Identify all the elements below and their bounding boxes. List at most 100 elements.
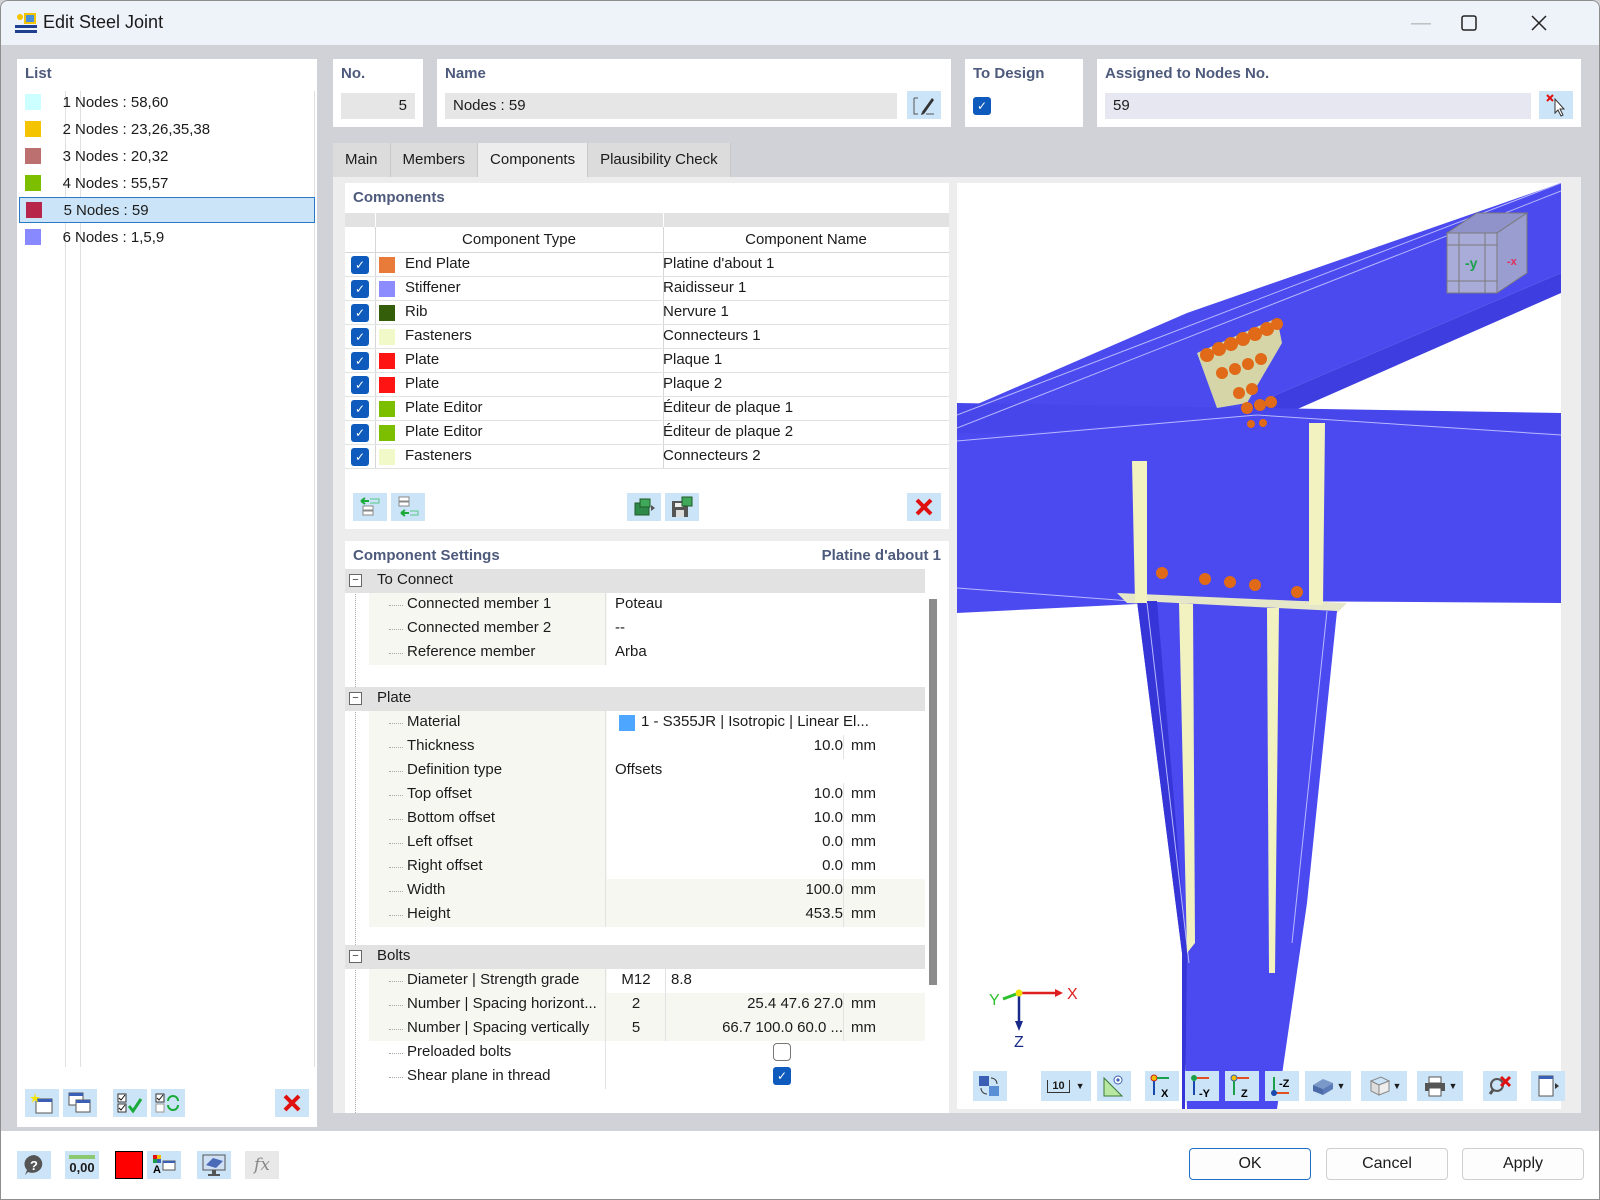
property-value[interactable]: 10.0 [814, 737, 843, 754]
component-enabled-checkbox[interactable]: ✓ [351, 376, 369, 394]
property-row-shear-plane[interactable]: Shear plane in thread ✓ [369, 1065, 925, 1089]
help-button[interactable]: ? [17, 1151, 51, 1179]
bolt-count-value[interactable]: M12 [607, 971, 665, 988]
reset-view-button[interactable] [1483, 1071, 1517, 1101]
property-row[interactable]: Connected member 2 -- [369, 617, 925, 641]
component-enabled-checkbox[interactable]: ✓ [351, 328, 369, 346]
property-value[interactable]: 453.5 [805, 905, 843, 922]
pick-nodes-button[interactable] [1539, 91, 1573, 119]
component-row[interactable]: ✓ Plate Plaque 1 [345, 349, 949, 373]
toggle-panel-button[interactable] [1531, 1071, 1565, 1101]
component-row[interactable]: ✓ Stiffener Raidisseur 1 [345, 277, 949, 301]
list-item[interactable]: 5 Nodes : 59 [19, 197, 315, 223]
display-properties-button[interactable]: A [147, 1151, 181, 1179]
list-item[interactable]: 1 Nodes : 58,60 [19, 89, 315, 115]
copy-joint-button[interactable] [63, 1089, 97, 1117]
component-row[interactable]: ✓ Plate Plaque 2 [345, 373, 949, 397]
property-row[interactable]: Diameter | Strength grade M12 8.8 [369, 969, 925, 993]
collapse-icon[interactable]: − [349, 574, 362, 587]
toggle-check-button[interactable] [151, 1089, 185, 1117]
component-row[interactable]: ✓ End Plate Platine d'about 1 [345, 253, 949, 277]
component-name[interactable]: Connecteurs 2 [663, 447, 761, 464]
settings-scrollbar[interactable] [929, 599, 937, 985]
property-value[interactable]: 0.0 [822, 857, 843, 874]
property-row[interactable]: Number | Spacing vertically 5 66.7 100.0… [369, 1017, 925, 1041]
component-enabled-checkbox[interactable]: ✓ [351, 448, 369, 466]
component-row[interactable]: ✓ Rib Nervure 1 [345, 301, 949, 325]
property-row-material[interactable]: Material 1 - S355JR | Isotropic | Linear… [369, 711, 925, 735]
maximize-button[interactable] [1449, 9, 1489, 37]
minimize-button[interactable]: — [1401, 9, 1441, 37]
bolt-spacing-value[interactable]: 66.7 100.0 60.0 ... [722, 1019, 843, 1036]
transparency-dropdown[interactable]: ▼ [1361, 1071, 1407, 1101]
property-value[interactable]: 10.0 [814, 809, 843, 826]
view-minus-y-button[interactable]: -Y [1185, 1071, 1219, 1101]
list-item[interactable]: 4 Nodes : 55,57 [19, 170, 315, 196]
property-row[interactable]: Number | Spacing horizont... 2 25.4 47.6… [369, 993, 925, 1017]
component-name[interactable]: Platine d'about 1 [663, 255, 774, 272]
component-row[interactable]: ✓ Plate Editor Éditeur de plaque 2 [345, 421, 949, 445]
apply-button[interactable]: Apply [1462, 1148, 1584, 1180]
property-value[interactable]: Arba [615, 643, 647, 660]
property-value[interactable]: 100.0 [805, 881, 843, 898]
property-row[interactable]: Left offset Δlef 0.0 mm [369, 831, 925, 855]
component-name[interactable]: Plaque 1 [663, 351, 722, 368]
list-item[interactable]: 3 Nodes : 20,32 [19, 143, 315, 169]
bolt-count-value[interactable]: 2 [607, 995, 665, 1012]
property-row[interactable]: Definition type Offsets [369, 759, 925, 783]
property-row[interactable]: Width b 100.0 mm [369, 879, 925, 903]
save-component-button[interactable] [665, 493, 699, 521]
check-all-button[interactable] [113, 1089, 147, 1117]
delete-component-button[interactable] [907, 493, 941, 521]
property-row[interactable]: Height h 453.5 mm [369, 903, 925, 927]
property-row[interactable]: Right offset Δrig 0.0 mm [369, 855, 925, 879]
measure-visibility-button[interactable] [1097, 1071, 1131, 1101]
render-mode-dropdown[interactable]: ▼ [1305, 1071, 1351, 1101]
property-row[interactable]: Reference member Arba [369, 641, 925, 665]
cancel-button[interactable]: Cancel [1326, 1148, 1448, 1180]
view-settings-button[interactable] [197, 1151, 231, 1179]
column-header-component-name[interactable]: Component Name [663, 227, 949, 253]
view-options-button[interactable] [973, 1071, 1007, 1101]
group-bolts[interactable]: − Bolts [345, 945, 925, 969]
component-name[interactable]: Nervure 1 [663, 303, 729, 320]
move-down-button[interactable] [391, 493, 425, 521]
formula-button[interactable]: fx [245, 1151, 279, 1179]
component-enabled-checkbox[interactable]: ✓ [351, 400, 369, 418]
component-name[interactable]: Éditeur de plaque 2 [663, 423, 793, 440]
bolt-count-value[interactable]: 5 [607, 1019, 665, 1036]
component-name[interactable]: Éditeur de plaque 1 [663, 399, 793, 416]
preloaded-bolts-checkbox[interactable] [773, 1043, 791, 1061]
material-value[interactable]: 1 - S355JR | Isotropic | Linear El... [641, 713, 869, 730]
component-enabled-checkbox[interactable]: ✓ [351, 256, 369, 274]
property-row-preloaded-bolts[interactable]: Preloaded bolts [369, 1041, 925, 1065]
column-header-component-type[interactable]: Component Type [375, 227, 663, 253]
bolt-spacing-value[interactable]: 25.4 47.6 27.0 [747, 995, 843, 1012]
name-input[interactable]: Nodes : 59 [445, 93, 897, 119]
scale-dropdown[interactable]: 10 ▼ [1041, 1071, 1091, 1101]
view-x-button[interactable]: X [1145, 1071, 1179, 1101]
component-name[interactable]: Connecteurs 1 [663, 327, 761, 344]
property-row[interactable]: Connected member 1 Poteau [369, 593, 925, 617]
property-row[interactable]: Bottom offset Δbot 10.0 mm [369, 807, 925, 831]
component-enabled-checkbox[interactable]: ✓ [351, 304, 369, 322]
3d-model-view[interactable]: -y -x X Y Z [957, 183, 1561, 1109]
tab-plausibility-check[interactable]: Plausibility Check [588, 143, 731, 177]
property-value[interactable]: 0.0 [822, 833, 843, 850]
tab-members[interactable]: Members [390, 143, 479, 177]
component-enabled-checkbox[interactable]: ✓ [351, 424, 369, 442]
color-button[interactable] [115, 1151, 143, 1179]
view-minus-z-button[interactable]: -Z [1265, 1071, 1299, 1101]
view-z-button[interactable]: Z [1225, 1071, 1259, 1101]
delete-joint-button[interactable] [275, 1089, 309, 1117]
component-name[interactable]: Raidisseur 1 [663, 279, 746, 296]
list-item[interactable]: 2 Nodes : 23,26,35,38 [19, 116, 315, 142]
property-row[interactable]: Thickness t 10.0 mm [369, 735, 925, 759]
print-dropdown[interactable]: ▼ [1417, 1071, 1463, 1101]
to-design-checkbox[interactable]: ✓ [973, 97, 991, 115]
component-row[interactable]: ✓ Fasteners Connecteurs 2 [345, 445, 949, 469]
property-value[interactable]: Offsets [615, 761, 662, 778]
edit-name-button[interactable] [907, 91, 941, 119]
group-plate[interactable]: − Plate [345, 687, 925, 711]
property-row[interactable]: Top offset Δtop 10.0 mm [369, 783, 925, 807]
